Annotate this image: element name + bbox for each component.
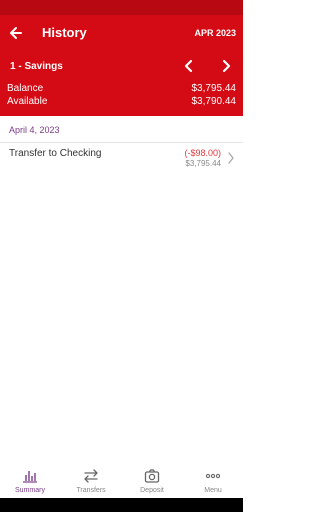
- chevron-left-icon[interactable]: [182, 58, 196, 74]
- transaction-amount: (-$98.00): [184, 148, 221, 158]
- nav-label: Transfers: [76, 487, 106, 494]
- arrow-left-icon[interactable]: [9, 24, 23, 42]
- balance-label: Balance: [7, 83, 44, 94]
- account-summary: 1 - Savings Balance $3,795.44 Available …: [0, 52, 243, 116]
- page-title: History: [42, 25, 87, 40]
- nav-label: Deposit: [140, 487, 164, 494]
- nav-summary[interactable]: Summary: [0, 460, 60, 498]
- system-navigation-bar: [0, 498, 243, 512]
- date-group-header: April 4, 2023: [0, 116, 243, 143]
- more-dots-icon: [205, 473, 221, 479]
- nav-transfers[interactable]: Transfers: [61, 460, 121, 498]
- transaction-running-balance: $3,795.44: [185, 159, 221, 168]
- bar-chart-icon: [23, 471, 37, 483]
- camera-icon: [144, 469, 160, 483]
- app-bar: History APR 2023: [0, 15, 243, 52]
- chevron-right-icon[interactable]: [219, 58, 233, 74]
- month-selector[interactable]: APR 2023: [194, 26, 236, 40]
- bottom-nav: Summary Transfers Deposit Menu: [0, 460, 243, 498]
- balance-value: $3,795.44: [191, 83, 237, 94]
- available-value: $3,790.44: [191, 96, 237, 107]
- transaction-description: Transfer to Checking: [9, 148, 102, 159]
- status-bar: [0, 0, 243, 15]
- nav-deposit[interactable]: Deposit: [122, 460, 182, 498]
- transfer-arrows-icon: [84, 469, 98, 483]
- nav-menu[interactable]: Menu: [183, 460, 243, 498]
- available-label: Available: [7, 96, 48, 107]
- account-name: 1 - Savings: [10, 61, 63, 72]
- transaction-row[interactable]: Transfer to Checking (-$98.00) $3,795.44: [0, 143, 243, 175]
- date-group-label: April 4, 2023: [9, 125, 60, 135]
- chevron-right-icon: [228, 152, 234, 164]
- nav-label: Summary: [15, 487, 45, 494]
- nav-label: Menu: [204, 487, 222, 494]
